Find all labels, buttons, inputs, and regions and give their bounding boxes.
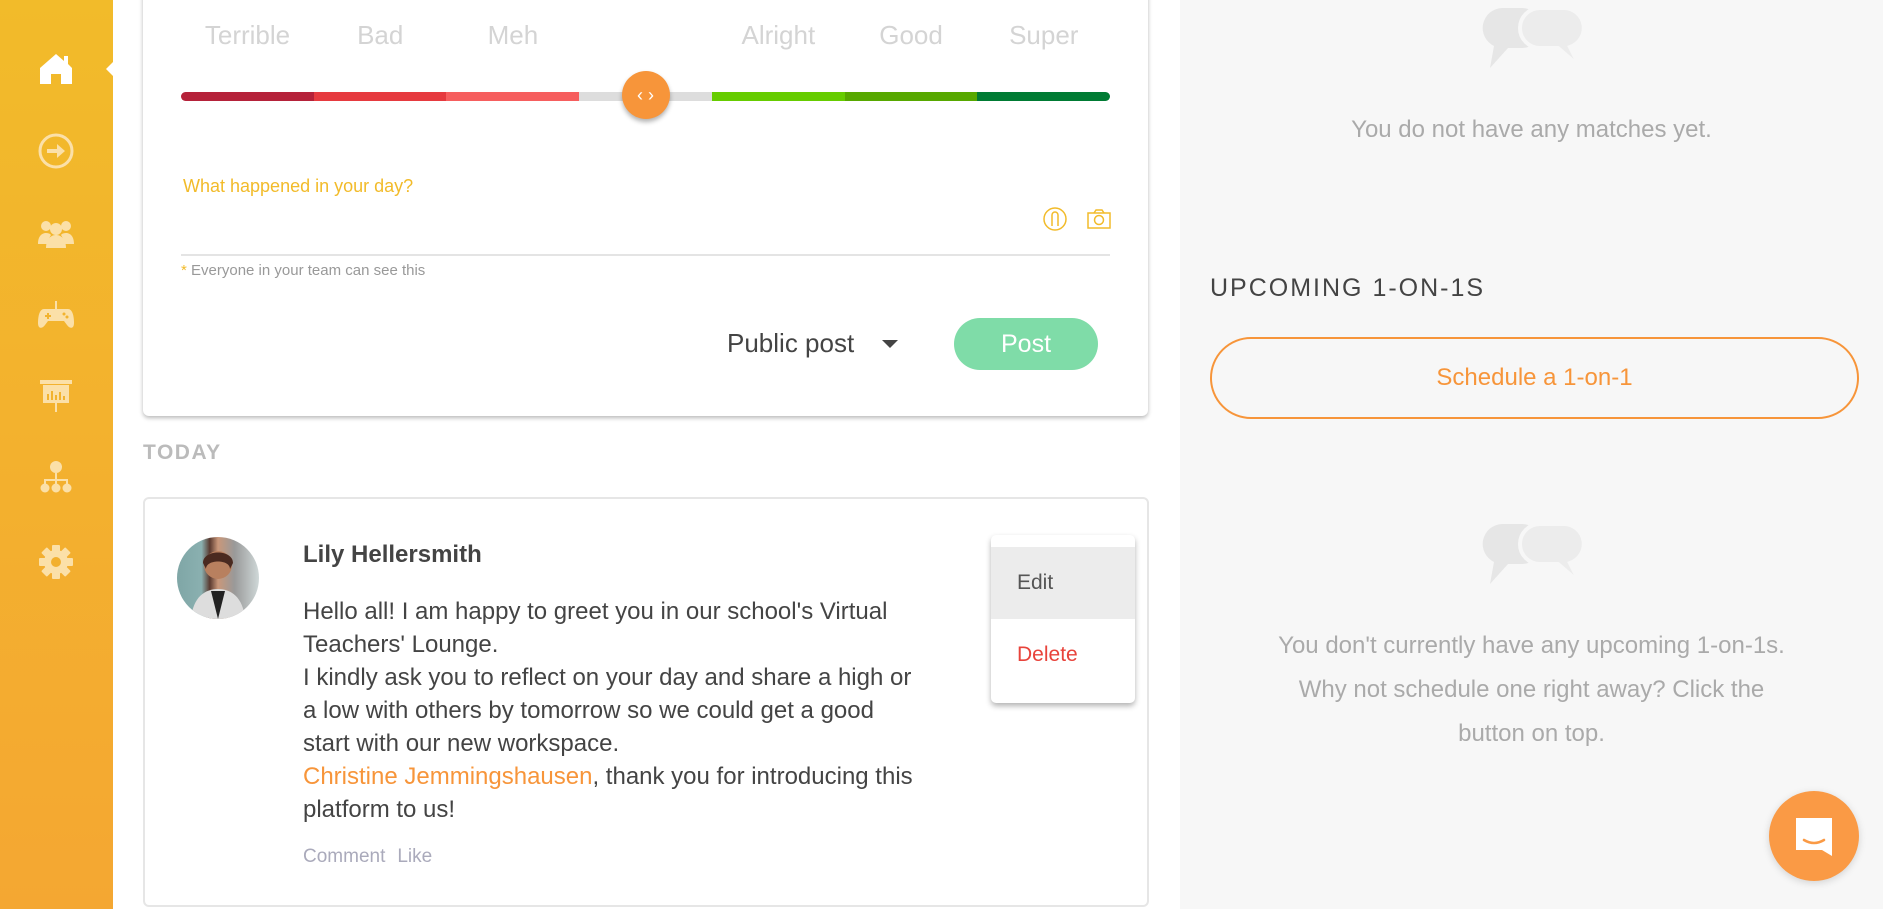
privacy-value: Public post — [727, 328, 855, 358]
mood-segment[interactable] — [711, 92, 846, 101]
section-heading-today: TODAY — [143, 441, 222, 464]
right-panel: You do not have any matches yet. UPCOMIN… — [1180, 0, 1883, 909]
users-icon — [38, 221, 74, 248]
visibility-note-text: Everyone in your team can see this — [191, 262, 426, 279]
post-button[interactable]: Post — [954, 318, 1098, 370]
no-matches-text: You do not have any matches yet. — [1351, 116, 1712, 143]
messenger-icon — [1796, 818, 1832, 856]
mood-label: Super — [1009, 20, 1079, 50]
sidebar — [0, 0, 113, 909]
post-line: Teachers' Lounge. — [303, 631, 499, 658]
camera-icon[interactable] — [1086, 206, 1112, 232]
day-description-placeholder: What happened in your day? — [183, 176, 414, 196]
gamepad-icon — [38, 301, 74, 328]
mood-label: Terrible — [204, 20, 291, 50]
active-indicator — [106, 62, 113, 76]
post-options-menu: Edit Delete — [991, 535, 1135, 703]
avatar[interactable] — [177, 537, 259, 619]
arrow-circle-right-icon — [38, 133, 74, 169]
gear-icon — [39, 545, 73, 579]
nav-team[interactable] — [33, 211, 79, 257]
mood-label: Good — [879, 20, 943, 50]
mention-icon[interactable] — [1042, 206, 1068, 232]
menu-item-delete[interactable]: Delete — [991, 619, 1135, 691]
empty-line: You don't currently have any upcoming 1-… — [1278, 632, 1785, 659]
post-line: Christine Jemmingshausen, thank you for … — [303, 760, 913, 793]
nav-settings[interactable] — [33, 539, 79, 585]
mood-label: Meh — [487, 20, 539, 50]
mood-segment[interactable] — [313, 92, 447, 101]
privacy-dropdown[interactable]: Public post — [727, 328, 899, 359]
chat-launcher-button[interactable] — [1769, 791, 1859, 881]
nav-checkin[interactable] — [33, 128, 79, 174]
nav-games[interactable] — [33, 294, 79, 340]
empty-line: button on top. — [1458, 720, 1605, 747]
nav-presentation[interactable] — [33, 373, 79, 419]
org-chart-icon — [40, 461, 72, 493]
drag-arrows-icon: ‹ › — [637, 84, 654, 105]
nav-org-chart[interactable] — [33, 455, 79, 501]
mood-composer-card: Terrible Bad Meh Alright Good Super ‹ › What … — [143, 0, 1148, 416]
post-line: platform to us! — [303, 796, 456, 823]
presentation-icon — [40, 380, 72, 412]
post-line: Hello all! I am happy to greet you in ou… — [303, 598, 888, 625]
post-line: a low with others by tomorrow so we coul… — [303, 697, 874, 724]
post-line: start with our new workspace. — [303, 730, 620, 757]
menu-item-edit[interactable]: Edit — [991, 547, 1135, 619]
comment-link[interactable]: Comment — [303, 846, 385, 867]
no-upcoming-text: You don't currently have any upcoming 1-… — [1180, 624, 1883, 756]
mood-slider-handle[interactable]: ‹ › — [621, 71, 670, 119]
mood-segment[interactable] — [446, 92, 580, 101]
post-body: Hello all! I am happy to greet you in ou… — [303, 595, 913, 826]
schedule-1on1-button[interactable]: Schedule a 1-on-1 — [1210, 337, 1859, 419]
chat-bubbles-icon — [1482, 6, 1586, 69]
mood-label: Bad — [357, 20, 404, 50]
home-icon — [40, 54, 72, 84]
nav-home[interactable] — [33, 45, 79, 91]
mood-segment[interactable] — [977, 92, 1111, 101]
chat-bubbles-icon — [1482, 522, 1586, 585]
post-author[interactable]: Lily Hellersmith — [303, 541, 482, 569]
asterisk: * — [181, 262, 187, 279]
visibility-note: * Everyone in your team can see this — [181, 262, 425, 279]
mood-segment[interactable] — [844, 92, 978, 101]
mood-segment[interactable] — [181, 92, 315, 101]
mood-label: Alright — [741, 20, 816, 50]
post-line-text: , thank you for introducing this — [592, 763, 913, 790]
like-link[interactable]: Like — [397, 846, 432, 867]
upcoming-heading: UPCOMING 1-ON-1S — [1210, 274, 1486, 302]
caret-down-icon — [882, 339, 899, 348]
empty-line: Why not schedule one right away? Click t… — [1298, 676, 1765, 703]
post-line: I kindly ask you to reflect on your day … — [303, 664, 912, 691]
mention-link[interactable]: Christine Jemmingshausen — [303, 763, 592, 790]
post-actions: Comment Like — [303, 846, 444, 868]
